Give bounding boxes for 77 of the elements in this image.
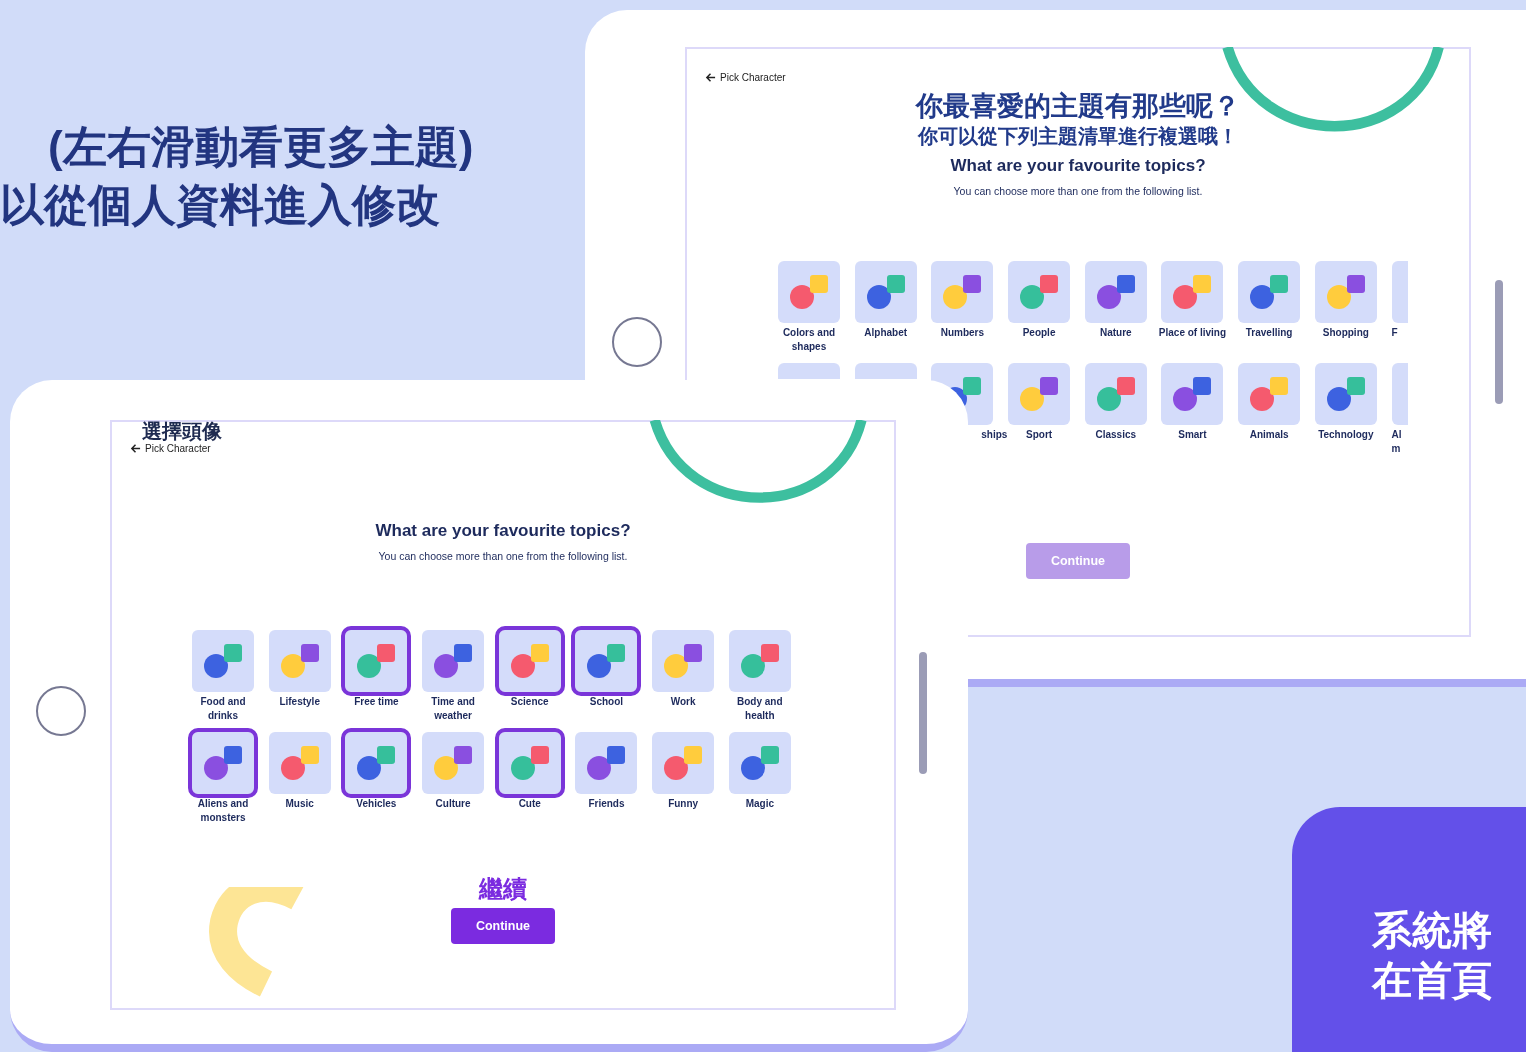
annotation-title: 你最喜愛的主題有那些呢？ [916,90,1240,123]
continue-button[interactable]: Continue [451,908,555,944]
topic-label: F [1391,326,1399,340]
screen-subheading: You can choose more than one from the following list. [953,185,1203,197]
topic-label: Music [284,797,315,811]
topic-label: Shopping [1321,326,1370,340]
topic-label: Free time [353,695,400,709]
topic-label: Work [669,695,697,709]
topic-label: Cute [517,797,542,811]
topic-label: Time and weather [430,695,476,723]
promo-heading: 以從個人資料進入修改 [0,179,441,231]
topic-label: Funny [667,797,700,811]
topic-tile[interactable] [1391,261,1408,323]
topic-label: Magic [744,797,775,811]
topic-label: Place of living [1157,326,1228,340]
topic-tile[interactable] [1008,261,1071,323]
topic-tile[interactable] [1391,363,1408,425]
topic-tile[interactable] [728,630,791,692]
topic-label: Aliens and monsters [196,797,250,825]
topic-tile[interactable] [931,261,994,323]
topic-tile[interactable] [1161,261,1224,323]
topic-tile[interactable] [1314,363,1377,425]
topic-tile[interactable] [854,363,917,379]
topic-tile[interactable] [422,630,485,692]
screen-heading: What are your favourite topics? [950,155,1206,177]
screen-heading: What are your favourite topics? [375,520,631,542]
topic-tile[interactable] [192,630,254,692]
topic-label: People [1021,326,1057,340]
topic-label: Travelling [1244,326,1294,340]
topic-label: Colors and shapes [781,326,837,354]
promo-card-text: 在首頁 [1372,957,1493,1004]
topic-tile[interactable] [1238,261,1301,323]
topic-label: Science [509,695,550,709]
topic-label: Classics [1094,428,1138,442]
topic-label: Vehicles [355,797,398,811]
screen-subheading: You can choose more than one from the following list. [378,550,628,562]
topic-label: ships [981,428,1008,442]
topic-label: Friends [587,797,626,811]
back-arrow-icon [130,443,141,454]
topic-tile[interactable] [854,261,917,323]
topic-label: Alphabet [863,326,909,340]
annotation-title: 選擇頭像 [142,419,222,444]
topic-tile[interactable] [728,732,791,794]
topic-tile[interactable] [1084,363,1147,425]
topic-tile[interactable] [268,732,331,794]
back-arrow-icon [705,72,716,83]
topic-tile[interactable] [1084,261,1147,323]
annotation-subtitle: 你可以從下列主題清單進行複選哦！ [918,124,1238,149]
topic-tile[interactable] [778,261,840,323]
topic-label: Technology [1317,428,1375,442]
topic-tile[interactable] [778,363,840,379]
topic-tile[interactable] [1314,261,1377,323]
topic-label: Nature [1098,326,1133,340]
topic-tile[interactable] [1161,363,1224,425]
annotation-label: 繼續 [479,874,527,904]
topic-tile[interactable] [1238,363,1301,425]
topic-label: Numbers [939,326,986,340]
back-link[interactable]: Pick Character [130,443,211,454]
topic-label: School [588,695,625,709]
topic-label: Body and health [736,695,784,723]
back-link[interactable]: Pick Character [705,72,786,83]
topic-tile[interactable] [652,732,715,794]
home-button[interactable] [36,686,86,736]
promo-heading: (左右滑動看更多主題) [48,121,474,173]
topic-label: Animals [1248,428,1290,442]
topic-label: Culture [434,797,472,811]
topic-tile[interactable] [652,630,715,692]
topic-tile[interactable] [1008,363,1071,425]
topic-label: Lifestyle [278,695,321,709]
topic-label: Smart [1177,428,1208,442]
topic-label: Al m [1391,428,1403,456]
topic-tile[interactable] [575,732,638,794]
promo-card-text: 系統將 [1372,907,1493,954]
topic-label: Food and drinks [199,695,247,723]
topic-tile[interactable] [268,630,331,692]
home-button[interactable] [612,317,662,367]
topic-tile[interactable] [422,732,485,794]
